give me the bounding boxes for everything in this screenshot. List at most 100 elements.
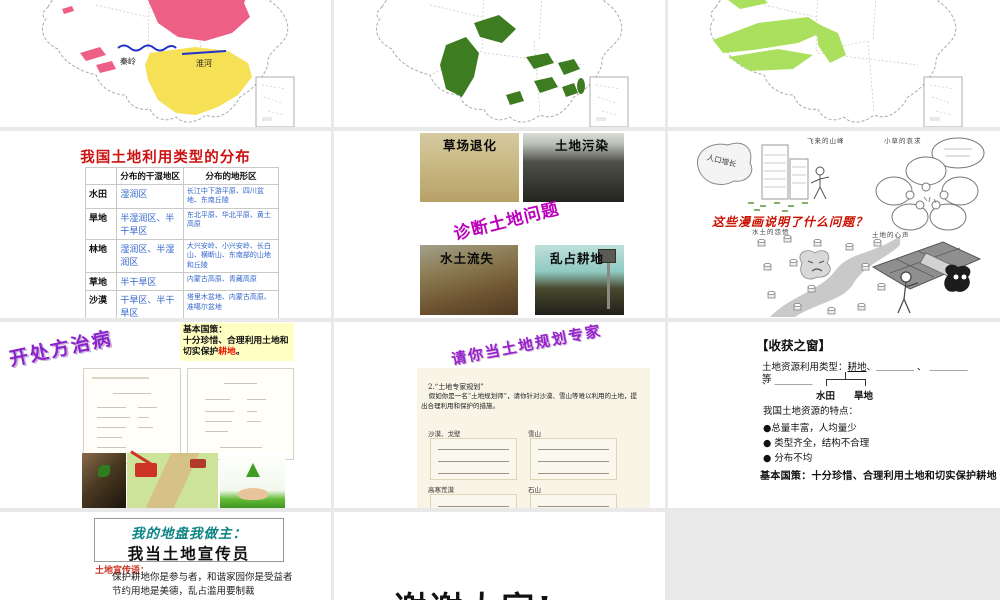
basic-policy-line: 基本国策：十分珍惜、合理利用土地和切实保护耕地: [760, 471, 997, 482]
cartoon-land-voice: [871, 241, 982, 314]
sprout: [246, 463, 260, 477]
prescription-heading: 开处方治病: [7, 327, 115, 371]
landuse-types-line: 土地资源利用类型：耕地、＿＿＿＿ 、 ＿＿＿＿ 、 ＿＿＿＿: [762, 359, 977, 387]
photo-sprout-in-hand: [220, 453, 285, 508]
slide-map-paddy-dryland[interactable]: 秦岭 淮河: [0, 0, 331, 127]
qinling-line: [117, 44, 177, 52]
planner-worksheet: 2.“土地专家规划” 假如你是一名“土地规划师”，请你针对沙漠、雪山等难以利用的…: [417, 368, 650, 508]
bracket-bar: [826, 379, 866, 380]
regions-cell: 大兴安岭、小兴安岭、长白山、横断山、东南部的山地和丘陵: [182, 238, 280, 274]
regions-cell: 长江中下游平原、四川盆地、东南丘陵: [182, 184, 280, 209]
task-instructions: 假如你是一名“土地规划师”，请你针对沙漠、雪山等难以利用的土地，提出合理利用和保…: [421, 392, 637, 410]
policy-label: 基本国策：: [183, 325, 227, 335]
crop-field: [748, 202, 808, 212]
feature-item: ● 分布不均: [763, 453, 813, 464]
seedling-leaf: [98, 465, 110, 477]
photo-label: 草场退化: [443, 138, 498, 153]
promoter-script-title: 我的地盘我做主：: [131, 526, 247, 542]
slogan-line: 节约用地是美德，乱占滥用要制裁: [112, 586, 255, 598]
slogan-line: 保护耕地你是参与者，和谐家园你是受益者: [112, 572, 293, 583]
table-row: 旱地 半湿润区、半干旱区 东北平原、华北平原、黄土高原: [84, 207, 280, 240]
corner-cell: [84, 167, 118, 185]
col-header-zone: 分布的干湿地区: [116, 167, 184, 185]
bracket-right-drop: [865, 379, 866, 386]
row-header: 旱地: [84, 207, 118, 240]
answer-box[interactable]: [530, 494, 617, 508]
forest-regions: [440, 15, 585, 105]
china-map-farmland: 秦岭 淮河: [42, 0, 295, 127]
slide-landuse-table[interactable]: 我国土地利用类型的分布 分布的干湿地区 分布的地形区 水田 湿润区 长江中下游平…: [0, 131, 331, 318]
answer-box[interactable]: [430, 494, 517, 508]
zone-cell: 干旱区、半干旱区: [116, 290, 184, 318]
qinling-label: 秦岭: [120, 56, 136, 66]
row-header: 沙漠: [84, 290, 118, 318]
answer-box[interactable]: [530, 438, 617, 480]
feature-item: ● 类型齐全，结构不合理: [763, 438, 870, 449]
cartoon-question: 这些漫画说明了什么问题？: [712, 215, 869, 229]
regions-cell: 东北平原、华北平原、黄土高原: [182, 207, 280, 240]
feature-item: ●总量丰富，人均量少: [763, 423, 857, 434]
planner-heading: 请你当土地规划专家: [449, 322, 604, 369]
landuse-table: 分布的干湿地区 分布的地形区 水田 湿润区 长江中下游平原、四川盆地、东南丘陵 …: [84, 167, 280, 318]
features-title: 我国土地资源的特点：: [763, 406, 859, 417]
slide-cartoons[interactable]: 人口增长 飞来的山峰 小草的哀求 水土的怨愤 土地的心声 这些漫画说明了什么问题…: [668, 131, 1000, 318]
slide-land-problems[interactable]: 草场退化 土地污染 水土流失 乱占耕地 诊断土地问题: [334, 131, 665, 318]
slide-harvest-window[interactable]: 【收获之窗】 土地资源利用类型：耕地、＿＿＿＿ 、 ＿＿＿＿ 、 ＿＿＿＿ 等 …: [668, 322, 1000, 508]
slide-title: 我国土地利用类型的分布: [80, 149, 251, 166]
box-label: 石山: [528, 486, 541, 494]
policy-period: 。: [235, 346, 245, 357]
answer-box[interactable]: [430, 438, 517, 480]
box-label: 雪山: [528, 430, 541, 438]
slide-map-forest[interactable]: [334, 0, 665, 127]
types-prefix: 土地资源利用类型：: [762, 362, 848, 373]
huaihe-label: 淮河: [196, 58, 212, 68]
slide-thanks[interactable]: 谢谢大家!: [334, 512, 665, 600]
zone-cell: 湿润区、半湿润区: [116, 238, 184, 274]
hand: [238, 488, 268, 500]
basic-policy-box: 基本国策： 十分珍惜、合理利用土地和切实保护耕地。: [180, 323, 294, 361]
regions-cell: 内蒙古高原、青藏高原: [182, 272, 280, 292]
col-header-region: 分布的地形区: [182, 167, 280, 185]
slide-land-promoter[interactable]: 我的地盘我做主： 我当土地宣传员 土地宣传语： 保护耕地你是参与者，和谐家园你是…: [0, 512, 331, 600]
angry-ghost-face: [799, 250, 831, 280]
farmer-figure: [810, 166, 830, 200]
types-first: 耕地: [847, 362, 867, 373]
photo-label: 乱占耕地: [550, 251, 605, 266]
table-row: 沙漠 干旱区、半干旱区 塔里木盆地、内蒙古高原、准噶尔盆地: [84, 290, 280, 318]
slide-sorter-grid: 秦岭 淮河 我国土地利用类型的分布 分布的干湿地区 分布的地形区 水田 湿润区 …: [0, 0, 1000, 600]
cartoon-sheep-plea: [875, 137, 985, 231]
policy-highlight: 耕地: [218, 346, 236, 357]
types-suffix: 等: [762, 374, 772, 385]
south-china-sea-inset: [589, 76, 629, 127]
bracket-stem: [845, 372, 846, 379]
slide-prescription[interactable]: 开处方治病 基本国策： 十分珍惜、合理利用土地和切实保护耕地。: [0, 322, 331, 508]
table-row: 林地 湿润区、半湿润区 大兴安岭、小兴安岭、长白山、横断山、东南部的山地和丘陵: [84, 238, 280, 274]
south-china-sea-inset: [255, 76, 295, 127]
row-header: 林地: [84, 238, 118, 274]
worksheet-thumbnail: [187, 368, 294, 460]
table-row: 草地 半干旱区 内蒙古高原、青藏高原: [84, 272, 280, 292]
tractor: [190, 459, 206, 468]
harvest-title: 【收获之窗】: [756, 338, 832, 353]
promoter-title-box: 我的地盘我做主： 我当土地宣传员: [94, 518, 284, 563]
slide-map-grassland[interactable]: [668, 0, 1000, 127]
box-label: 高寒荒漠: [428, 486, 454, 494]
cartoon-caption: 飞来的山峰: [807, 137, 845, 145]
photo-hands-seedling: [82, 453, 126, 508]
china-map-grassland: [710, 0, 963, 127]
zone-cell: 半干旱区: [116, 272, 184, 292]
cartoon-farmland-protection: [127, 450, 218, 508]
regions-cell: 塔里木盆地、内蒙古高原、准噶尔盆地: [182, 290, 280, 318]
slogan-paragraphs: 保护耕地你是参与者，和谐家园你是受益者 节约用地是美德，乱占滥用要制裁: [93, 572, 295, 600]
china-map-forest: [376, 0, 629, 127]
promoter-subtitle: 我当土地宣传员: [127, 544, 251, 563]
table-row: 水田 湿润区 长江中下游平原、四川盆地、东南丘陵: [84, 184, 280, 209]
slide-land-planner[interactable]: 请你当土地规划专家 2.“土地专家规划” 假如你是一名“土地规划师”，请你针对沙…: [334, 322, 665, 508]
box-label: 沙漠、戈壁: [428, 430, 461, 438]
thanks-text: 谢谢大家!: [374, 582, 574, 600]
cartoon-caption: 小草的哀求: [884, 137, 922, 145]
photo-label: 土地污染: [555, 138, 610, 153]
paddy-region: [145, 47, 252, 115]
bracket-left-drop: [826, 379, 827, 386]
zone-cell: 半湿润区、半干旱区: [116, 207, 184, 240]
